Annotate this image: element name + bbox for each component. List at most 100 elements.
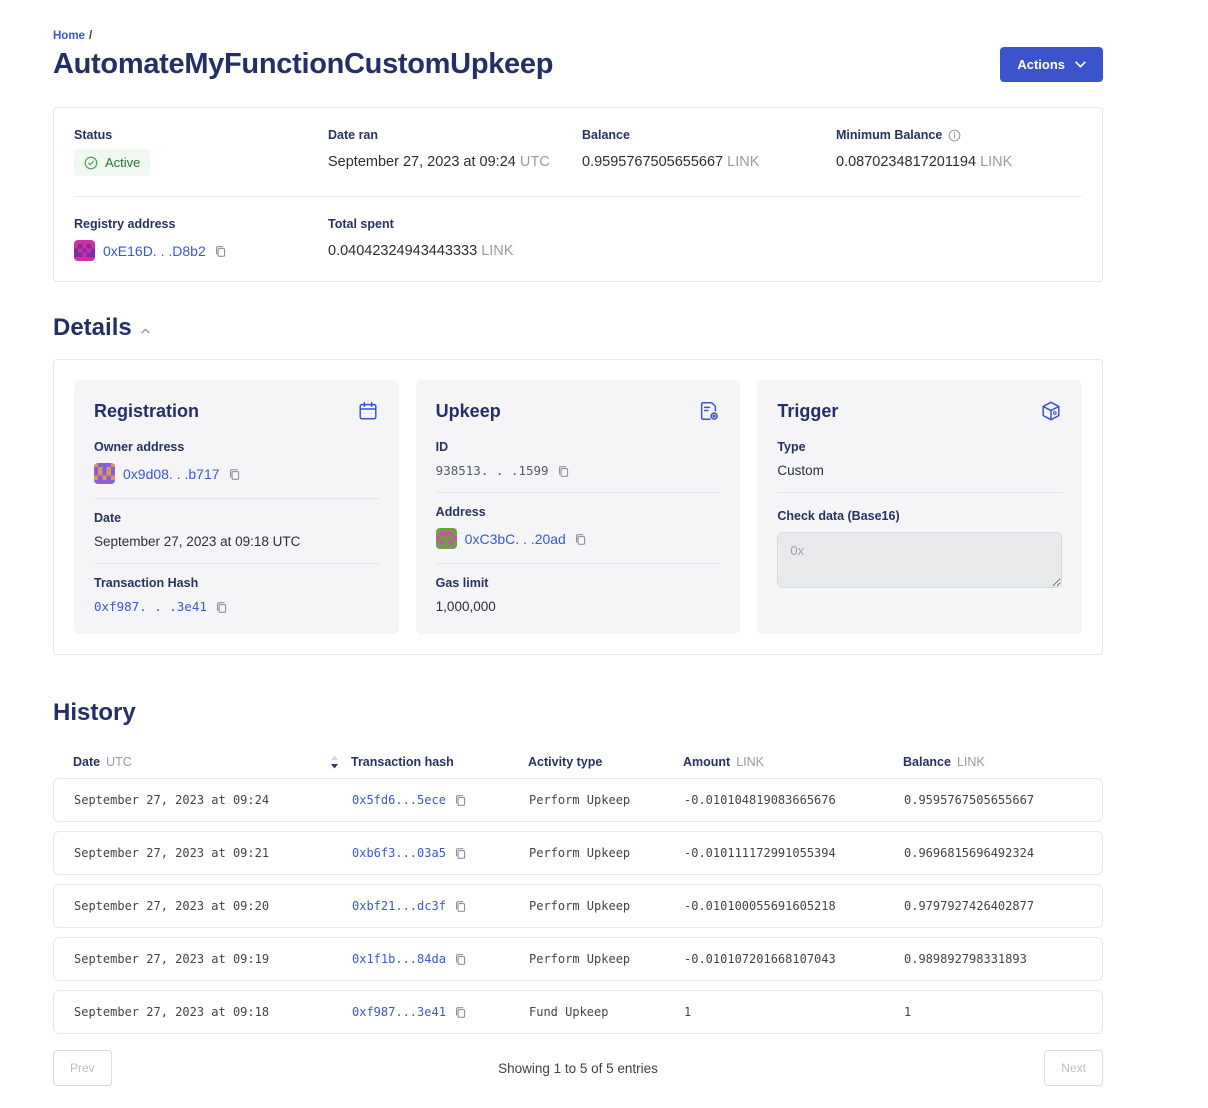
copy-registry-address-button[interactable] (214, 244, 227, 258)
check-data-label: Check data (Base16) (777, 509, 1062, 523)
copy-icon (215, 600, 228, 614)
trigger-card: Trigger Type Custom Check data (Base16) (757, 380, 1082, 634)
row-activity: Perform Upkeep (529, 952, 684, 966)
history-table-header: DateUTC Transaction hash Activity type A… (53, 755, 1103, 769)
copy-tx-button[interactable] (454, 952, 467, 966)
table-row: September 27, 2023 at 09:18 0xf987...3e4… (53, 990, 1103, 1034)
row-tx-link[interactable]: 0x1f1b...84da (352, 952, 446, 966)
balance-value: 0.9595767505655667 LINK (582, 154, 836, 170)
copy-registration-tx-button[interactable] (215, 600, 228, 614)
table-row: September 27, 2023 at 09:19 0x1f1b...84d… (53, 937, 1103, 981)
prev-button[interactable]: Prev (53, 1050, 112, 1086)
registration-title: Registration (94, 401, 199, 422)
column-header-tx: Transaction hash (351, 755, 528, 769)
upkeep-id-value: 938513. . .1599 (436, 463, 549, 478)
copy-tx-button[interactable] (454, 899, 467, 913)
column-header-balance: BalanceLINK (903, 755, 1083, 769)
upkeep-card: Upkeep ID 938513. . .1599 Address 0xC3bC… (416, 380, 741, 634)
copy-tx-button[interactable] (454, 1005, 467, 1019)
row-amount: -0.010107201668107043 (684, 952, 904, 966)
copy-icon (454, 899, 467, 913)
row-activity: Perform Upkeep (529, 899, 684, 913)
transaction-hash-label: Transaction Hash (94, 576, 379, 590)
sort-icon (330, 755, 339, 769)
check-circle-icon (84, 156, 98, 170)
owner-address-link[interactable]: 0x9d08. . .b717 (123, 466, 220, 482)
title-row: AutomateMyFunctionCustomUpkeep Actions (53, 47, 1103, 82)
row-balance: 0.989892798331893 (904, 952, 1082, 966)
trigger-type-label: Type (777, 440, 1062, 454)
copy-tx-button[interactable] (454, 793, 467, 807)
owner-address-section: Owner address 0x9d08. . .b717 (94, 428, 379, 499)
pagination-summary: Showing 1 to 5 of 5 entries (498, 1061, 658, 1076)
copy-icon (228, 467, 241, 481)
balance-cell: Balance 0.9595767505655667 LINK (582, 128, 836, 176)
actions-button-label: Actions (1017, 57, 1065, 72)
summary-divider (74, 196, 1082, 197)
registration-date-section: Date September 27, 2023 at 09:18 UTC (94, 499, 379, 564)
registration-tx-link[interactable]: 0xf987. . .3e41 (94, 599, 207, 614)
row-activity: Perform Upkeep (529, 793, 684, 807)
row-date: September 27, 2023 at 09:18 (74, 1005, 352, 1019)
chevron-down-icon (1075, 61, 1086, 68)
upkeep-id-section: ID 938513. . .1599 (436, 428, 721, 493)
sort-date-button[interactable] (330, 755, 339, 769)
transaction-hash-section: Transaction Hash 0xf987. . .3e41 (94, 564, 379, 618)
copy-icon (454, 1005, 467, 1019)
collapse-details-button[interactable] (141, 328, 150, 334)
trigger-title: Trigger (777, 401, 838, 422)
status-value: Active (105, 155, 140, 170)
registration-date-label: Date (94, 511, 379, 525)
copy-tx-button[interactable] (454, 846, 467, 860)
check-data-textarea[interactable] (777, 532, 1062, 588)
balance-label: Balance (582, 128, 836, 142)
pagination: Prev Showing 1 to 5 of 5 entries Next (53, 1050, 1103, 1108)
date-ran-cell: Date ran September 27, 2023 at 09:24 UTC (328, 128, 582, 176)
registry-address-cell: Registry address 0xE16D. . .D8b2 (74, 217, 328, 261)
status-cell: Status Active (74, 128, 328, 176)
info-icon[interactable] (948, 129, 961, 142)
column-header-amount: AmountLINK (683, 755, 903, 769)
row-tx-link[interactable]: 0xb6f3...03a5 (352, 846, 446, 860)
row-amount: 1 (684, 1005, 904, 1019)
copy-owner-address-button[interactable] (228, 467, 241, 481)
row-tx-link[interactable]: 0xf987...3e41 (352, 1005, 446, 1019)
registration-date-value: September 27, 2023 at 09:18 UTC (94, 534, 379, 549)
copy-icon (557, 464, 570, 478)
column-header-date: DateUTC (73, 755, 351, 769)
row-tx-link[interactable]: 0x5fd6...5ece (352, 793, 446, 807)
trigger-type-value: Custom (777, 463, 1062, 478)
registration-card: Registration Owner address 0x9d08. . .b7… (74, 380, 399, 634)
upkeep-details-page: Home/ AutomateMyFunctionCustomUpkeep Act… (53, 0, 1103, 1108)
upkeep-id-label: ID (436, 440, 721, 454)
copy-upkeep-address-button[interactable] (574, 532, 587, 546)
upkeep-address-label: Address (436, 505, 721, 519)
owner-address-label: Owner address (94, 440, 379, 454)
status-label: Status (74, 128, 328, 142)
row-date: September 27, 2023 at 09:20 (74, 899, 352, 913)
copy-icon (574, 532, 587, 546)
chevron-up-icon (141, 328, 150, 334)
history-heading: History (53, 699, 1103, 727)
copy-upkeep-id-button[interactable] (557, 464, 570, 478)
column-header-activity: Activity type (528, 755, 683, 769)
date-ran-value: September 27, 2023 at 09:24 UTC (328, 154, 582, 170)
summary-row-1: Status Active Date ran September 27, 202… (74, 128, 1082, 176)
total-spent-label: Total spent (328, 217, 582, 231)
row-tx-link[interactable]: 0xbf21...dc3f (352, 899, 446, 913)
breadcrumb-home-link[interactable]: Home (53, 30, 85, 42)
registry-blockie-avatar (74, 240, 95, 261)
date-ran-label: Date ran (328, 128, 582, 142)
upkeep-address-link[interactable]: 0xC3bC. . .20ad (465, 531, 566, 547)
row-balance: 0.9595767505655667 (904, 793, 1082, 807)
actions-button[interactable]: Actions (1000, 47, 1103, 82)
row-activity: Fund Upkeep (529, 1005, 684, 1019)
gas-limit-label: Gas limit (436, 576, 721, 590)
row-amount: -0.010104819083665676 (684, 793, 904, 807)
next-button[interactable]: Next (1044, 1050, 1103, 1086)
registry-address-link[interactable]: 0xE16D. . .D8b2 (103, 243, 206, 259)
document-gear-icon (698, 400, 720, 422)
row-amount: -0.010100055691605218 (684, 899, 904, 913)
copy-icon (454, 952, 467, 966)
row-balance: 1 (904, 1005, 1082, 1019)
